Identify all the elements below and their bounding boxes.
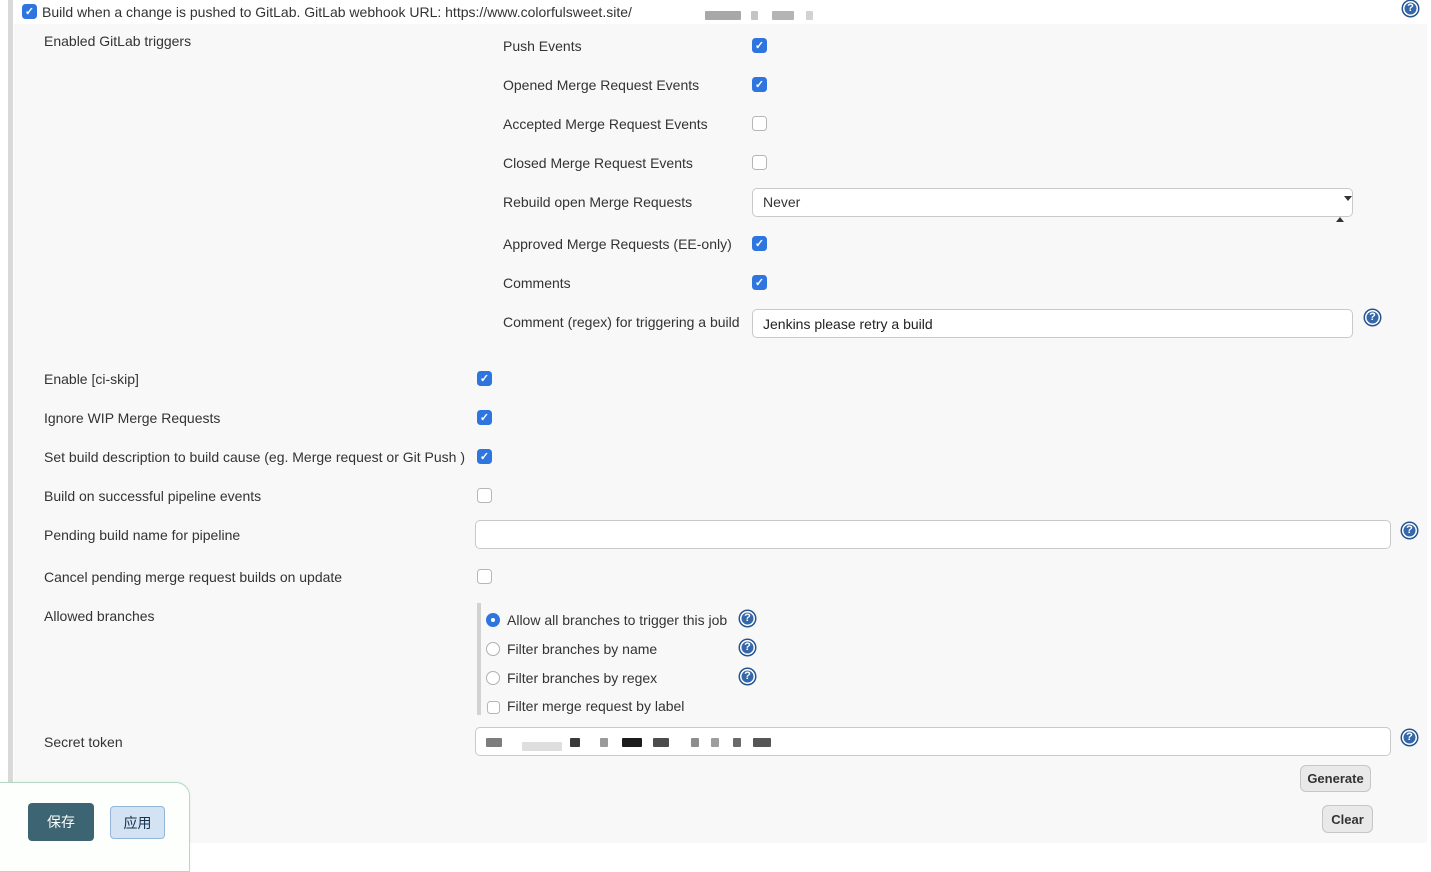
- gitlab-trigger-header-label: Build when a change is pushed to GitLab.…: [42, 3, 632, 21]
- push-events-checkbox[interactable]: ✓: [752, 38, 767, 53]
- accepted-mr-label: Accepted Merge Request Events: [503, 115, 708, 133]
- secret-token-input[interactable]: [475, 727, 1391, 756]
- gitlab-trigger-config-panel: Enabled GitLab triggers Push Events ✓ Op…: [14, 24, 1427, 843]
- opened-mr-label: Opened Merge Request Events: [503, 76, 699, 94]
- help-icon[interactable]: ?: [1402, 523, 1417, 538]
- check-icon: ✓: [753, 276, 766, 289]
- ignore-wip-checkbox[interactable]: ✓: [477, 410, 492, 425]
- comments-checkbox[interactable]: ✓: [752, 275, 767, 290]
- enabled-triggers-label: Enabled GitLab triggers: [44, 32, 191, 50]
- accepted-mr-checkbox[interactable]: [752, 116, 767, 131]
- generate-button[interactable]: Generate: [1300, 765, 1371, 792]
- check-icon: ✓: [753, 78, 766, 91]
- radio-group-indent-bar: [477, 603, 481, 715]
- redacted-secret-token: [486, 733, 771, 749]
- comment-regex-input[interactable]: [752, 309, 1353, 338]
- check-icon: ✓: [23, 5, 36, 18]
- pending-build-name-label: Pending build name for pipeline: [44, 526, 240, 544]
- ignore-wip-label: Ignore WIP Merge Requests: [44, 409, 220, 427]
- select-spinner-icon: [1336, 196, 1344, 223]
- help-icon[interactable]: ?: [740, 640, 755, 655]
- check-icon: ✓: [478, 450, 491, 463]
- filter-branches-by-regex-label: Filter branches by regex: [507, 669, 657, 687]
- clear-button[interactable]: Clear: [1322, 805, 1373, 833]
- check-icon: ✓: [478, 372, 491, 385]
- rebuild-open-mr-select[interactable]: Never: [752, 188, 1353, 217]
- gitlab-trigger-header-row: ✓ Build when a change is pushed to GitLa…: [14, 0, 1427, 24]
- push-events-label: Push Events: [503, 37, 582, 55]
- allow-all-branches-label: Allow all branches to trigger this job: [507, 611, 727, 629]
- check-icon: ✓: [753, 39, 766, 52]
- section-indent-bar: [8, 0, 13, 843]
- closed-mr-label: Closed Merge Request Events: [503, 154, 693, 172]
- opened-mr-checkbox[interactable]: ✓: [752, 77, 767, 92]
- approved-mr-label: Approved Merge Requests (EE-only): [503, 235, 732, 253]
- filter-branches-by-regex-radio[interactable]: [486, 671, 500, 685]
- successful-pipeline-checkbox[interactable]: [477, 488, 492, 503]
- comments-label: Comments: [503, 274, 571, 292]
- build-description-checkbox[interactable]: ✓: [477, 449, 492, 464]
- help-icon[interactable]: ?: [1403, 1, 1418, 16]
- successful-pipeline-label: Build on successful pipeline events: [44, 487, 261, 505]
- build-description-label: Set build description to build cause (eg…: [44, 448, 465, 466]
- apply-button[interactable]: 应用: [110, 806, 165, 839]
- save-apply-panel: 保存 应用: [0, 782, 190, 872]
- redacted-url-suffix: [705, 6, 813, 22]
- filter-branches-by-name-label: Filter branches by name: [507, 640, 657, 658]
- cancel-pending-label: Cancel pending merge request builds on u…: [44, 568, 342, 586]
- secret-token-label: Secret token: [44, 733, 123, 751]
- ci-skip-label: Enable [ci-skip]: [44, 370, 139, 388]
- allow-all-branches-radio[interactable]: [486, 613, 500, 627]
- cancel-pending-checkbox[interactable]: [477, 569, 492, 584]
- closed-mr-checkbox[interactable]: [752, 155, 767, 170]
- pending-build-name-input[interactable]: [475, 520, 1391, 549]
- help-icon[interactable]: ?: [740, 669, 755, 684]
- help-icon[interactable]: ?: [740, 611, 755, 626]
- ci-skip-checkbox[interactable]: ✓: [477, 371, 492, 386]
- comment-regex-label: Comment (regex) for triggering a build: [503, 313, 740, 331]
- help-icon[interactable]: ?: [1402, 730, 1417, 745]
- check-icon: ✓: [753, 237, 766, 250]
- filter-mr-by-label-label: Filter merge request by label: [507, 697, 684, 715]
- rebuild-open-mr-label: Rebuild open Merge Requests: [503, 193, 692, 211]
- filter-branches-by-name-radio[interactable]: [486, 642, 500, 656]
- approved-mr-checkbox[interactable]: ✓: [752, 236, 767, 251]
- rebuild-open-mr-selected-value: Never: [763, 194, 800, 210]
- allowed-branches-label: Allowed branches: [44, 607, 155, 625]
- filter-mr-by-label-checkbox[interactable]: [487, 701, 500, 714]
- save-button[interactable]: 保存: [28, 803, 94, 841]
- build-on-push-checkbox[interactable]: ✓: [22, 4, 37, 19]
- check-icon: ✓: [478, 411, 491, 424]
- help-icon[interactable]: ?: [1365, 310, 1380, 325]
